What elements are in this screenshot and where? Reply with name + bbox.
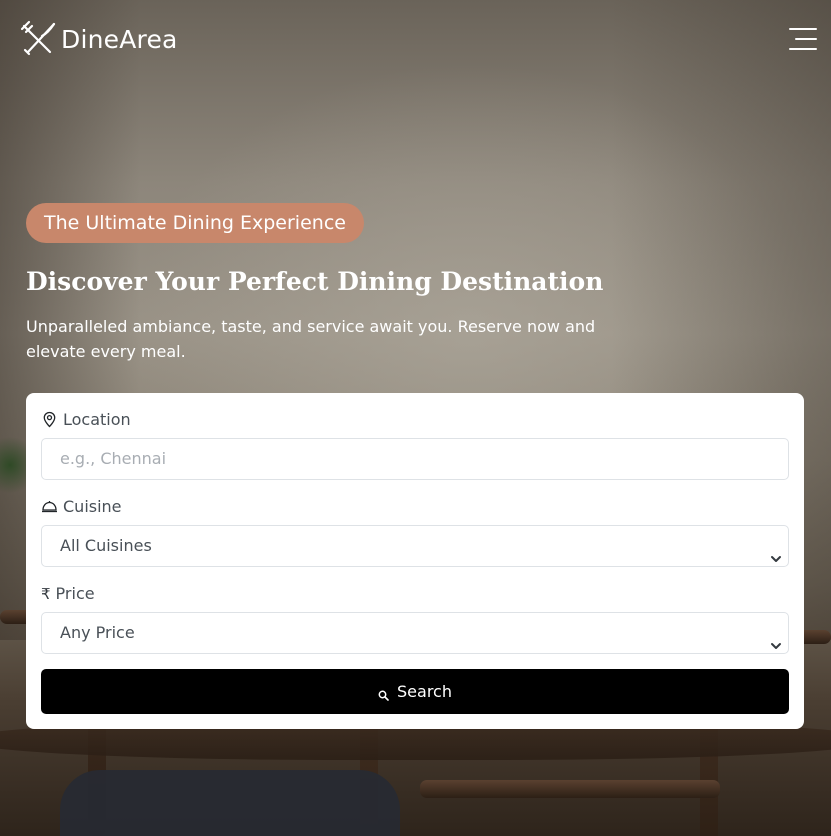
background-chair-rail [420,780,720,798]
menu-bar [789,48,817,50]
cuisine-selected-value: All Cuisines [60,536,152,555]
search-button-label: Search [397,682,452,701]
hero-subtitle: Unparalleled ambiance, taste, and servic… [26,317,596,361]
price-selected-value: Any Price [60,623,135,642]
cuisine-label-text: Cuisine [63,497,122,516]
chevron-down-icon [770,627,782,649]
search-card: Location e.g., Chennai Cuisine All Cuisi… [26,393,804,729]
hero-section: DineArea The Ultimate Dining Experience … [0,0,831,836]
location-label-text: Location [63,410,131,429]
menu-bar [789,28,817,30]
location-input[interactable]: e.g., Chennai [41,438,789,480]
hero-badge: The Ultimate Dining Experience [26,203,364,243]
location-label: Location [41,410,131,429]
fork-knife-icon [20,20,58,58]
hero-title: Discover Your Perfect Dining Destination [26,267,604,296]
price-label: ₹ Price [41,584,95,603]
search-icon [378,686,389,701]
map-pin-icon [41,411,58,428]
brand-logo[interactable]: DineArea [20,20,178,58]
site-header: DineArea [20,20,817,60]
cuisine-select[interactable]: All Cuisines [41,525,789,567]
rupee-icon: ₹ [41,584,51,603]
search-button[interactable]: Search [41,669,789,714]
price-select[interactable]: Any Price [41,612,789,654]
chevron-down-icon [770,540,782,562]
background-seat [60,770,400,836]
cuisine-label: Cuisine [41,497,122,516]
brand-name: DineArea [61,24,178,54]
menu-bar [795,38,817,40]
price-label-text: Price [55,584,95,603]
food-cloche-icon [41,498,58,515]
hamburger-menu-button[interactable] [787,28,817,52]
